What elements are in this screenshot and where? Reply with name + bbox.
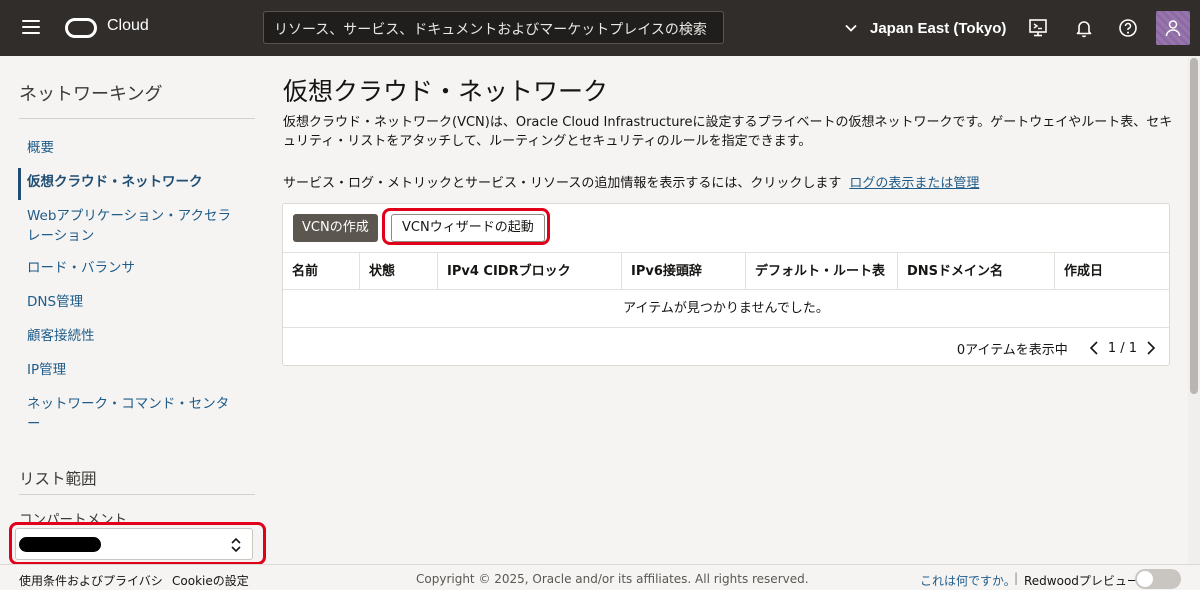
footer-separator: | <box>1014 571 1019 585</box>
chevron-left-icon <box>1089 341 1098 355</box>
redwood-preview-toggle[interactable] <box>1135 569 1181 589</box>
top-bar: Cloud リソース、サービス、ドキュメントおよびマーケットプレイスの検索 Ja… <box>0 0 1200 56</box>
region-name: Japan East (Tokyo) <box>870 19 1007 37</box>
what-is-this-link[interactable]: これは何ですか。 <box>920 572 1016 589</box>
scrollbar[interactable] <box>1188 56 1200 564</box>
help-icon[interactable] <box>1118 18 1138 38</box>
sidebar-item-network-command-center[interactable]: ネットワーク・コマンド・センター <box>27 394 237 434</box>
sidebar-divider <box>19 118 255 119</box>
column-header-route-table[interactable]: デフォルト・ルート表 <box>746 253 898 290</box>
scope-divider <box>19 494 255 495</box>
page-indicator: 1 / 1 <box>1107 340 1137 356</box>
avatar[interactable] <box>1156 11 1190 45</box>
terms-privacy-link[interactable]: 使用条件およびプライバシ <box>19 572 163 589</box>
sidebar-item-customer-connectivity[interactable]: 顧客接続性 <box>27 326 237 346</box>
column-header-created[interactable]: 作成日 <box>1055 253 1169 290</box>
menu-icon[interactable] <box>22 19 40 35</box>
next-page-button[interactable] <box>1143 338 1159 358</box>
sidebar-item-waa[interactable]: Webアプリケーション・アクセラレーション <box>27 206 237 246</box>
cookie-settings-link[interactable]: Cookieの設定 <box>172 572 249 589</box>
sidebar: ネットワーキング 概要 仮想クラウド・ネットワーク Webアプリケーション・アク… <box>0 56 265 564</box>
redwood-preview-label: Redwoodプレビュー <box>1024 574 1139 588</box>
brand-name[interactable]: Cloud <box>107 17 149 35</box>
scroll-thumb[interactable] <box>1190 58 1198 394</box>
table-header: 名前 状態 IPv4 CIDRブロック IPv6接頭辞 デフォルト・ルート表 D… <box>283 252 1169 290</box>
column-header-dns[interactable]: DNSドメイン名 <box>898 253 1055 290</box>
footer: 使用条件およびプライバシ Cookieの設定 Copyright © 2025,… <box>0 564 1200 590</box>
select-updown-icon <box>231 537 241 553</box>
create-vcn-button[interactable]: VCNの作成 <box>293 214 378 242</box>
sidebar-item-overview[interactable]: 概要 <box>27 138 237 158</box>
chevron-down-icon <box>845 24 857 32</box>
log-text: サービス・ログ・メトリックとサービス・リソースの追加情報を表示するには、クリック… <box>283 176 842 191</box>
sidebar-item-dns[interactable]: DNS管理 <box>27 292 237 312</box>
log-info: サービス・ログ・メトリックとサービス・リソースの追加情報を表示するには、クリック… <box>283 172 979 191</box>
sidebar-item-ip-management[interactable]: IP管理 <box>27 360 237 380</box>
compartment-select[interactable] <box>15 528 253 560</box>
redacted-value <box>19 537 101 552</box>
user-icon <box>1165 20 1181 37</box>
start-vcn-wizard-button[interactable]: VCNウィザードの起動 <box>391 214 545 242</box>
oracle-logo-icon[interactable] <box>65 18 97 38</box>
pagination: 0アイテムを表示中 1 / 1 <box>957 338 1159 358</box>
toggle-knob <box>1137 571 1153 587</box>
column-header-ipv4[interactable]: IPv4 CIDRブロック <box>438 253 622 290</box>
region-selector[interactable]: Japan East (Tokyo) <box>844 16 1006 40</box>
sidebar-title: ネットワーキング <box>19 84 163 105</box>
cloud-shell-icon[interactable] <box>1028 18 1048 38</box>
active-indicator <box>18 168 21 200</box>
page-title: 仮想クラウド・ネットワーク <box>283 77 609 106</box>
chevron-right-icon <box>1147 341 1156 355</box>
sidebar-item-load-balancer[interactable]: ロード・バランサ <box>27 258 237 278</box>
list-scope-title: リスト範囲 <box>19 470 97 488</box>
item-count: 0アイテムを表示中 <box>956 342 1068 358</box>
copyright-text: Copyright © 2025, Oracle and/or its affi… <box>416 572 809 586</box>
prev-page-button[interactable] <box>1086 338 1102 358</box>
vcn-panel: VCNの作成 VCNウィザードの起動 名前 状態 IPv4 CIDRブロック I… <box>282 203 1170 366</box>
column-header-name[interactable]: 名前 <box>283 253 360 290</box>
sidebar-item-vcn[interactable]: 仮想クラウド・ネットワーク <box>27 172 237 192</box>
log-link[interactable]: ログの表示または管理 <box>849 176 979 191</box>
column-header-state[interactable]: 状態 <box>360 253 438 290</box>
bell-icon[interactable] <box>1074 18 1094 38</box>
search-input[interactable]: リソース、サービス、ドキュメントおよびマーケットプレイスの検索 <box>263 11 724 44</box>
compartment-label: コンパートメント <box>19 512 127 528</box>
column-header-ipv6[interactable]: IPv6接頭辞 <box>622 253 746 290</box>
page-description: 仮想クラウド・ネットワーク(VCN)は、Oracle Cloud Infrast… <box>283 115 1173 149</box>
empty-message: アイテムが見つかりませんでした。 <box>283 290 1169 328</box>
